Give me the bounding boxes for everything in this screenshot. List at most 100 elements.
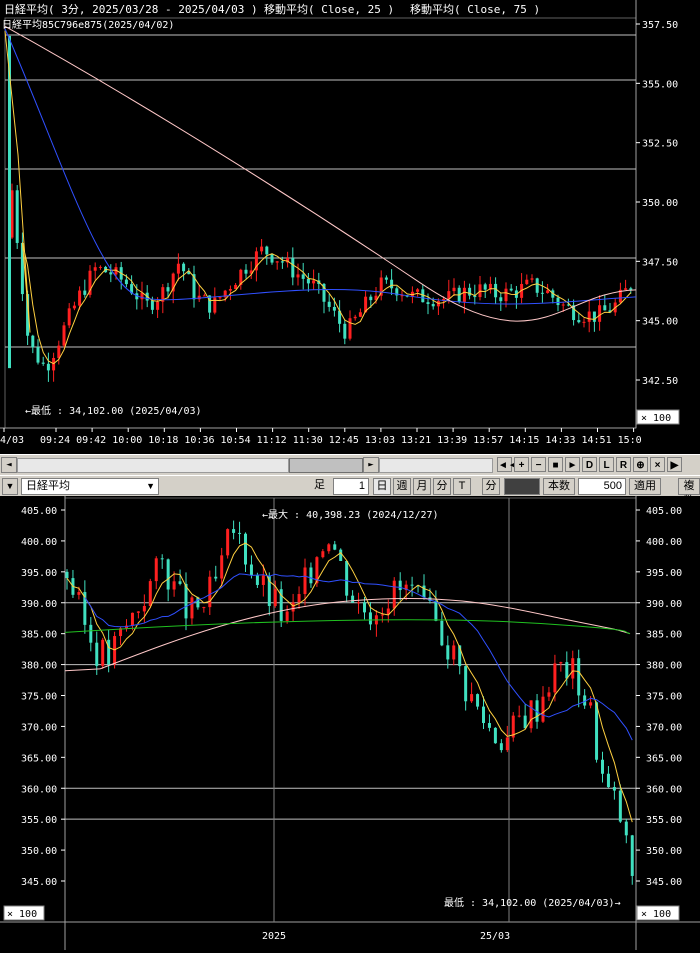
minute-mode-button[interactable]: 分	[482, 478, 500, 495]
candle-body	[431, 304, 435, 307]
candle-body	[260, 246, 264, 252]
candle-body	[398, 580, 402, 591]
candle-body	[571, 658, 575, 679]
candle-body	[270, 254, 274, 263]
candle-body	[348, 318, 352, 339]
candle-body	[470, 694, 474, 702]
unit-month-button[interactable]: 月	[413, 478, 431, 495]
x-tick-label: 15:0	[618, 435, 642, 446]
daily-chart[interactable]: 405.00 405.00 400.00 400.00 395.00 395.00 390.…	[0, 496, 700, 950]
candle-body	[77, 592, 81, 595]
close-icon[interactable]: ×	[650, 457, 665, 472]
candle-body	[487, 723, 491, 728]
candle-body	[618, 790, 622, 822]
ashi-label: 足	[314, 479, 325, 491]
candle-body	[306, 278, 310, 284]
candle-body	[357, 602, 361, 604]
candle-body	[93, 267, 97, 271]
candle-body	[582, 321, 586, 323]
scroll-left-arrow[interactable]: ◄	[1, 457, 17, 473]
y-tick-label-left: 405.00	[21, 506, 57, 517]
candle-body	[476, 694, 480, 707]
play-icon[interactable]: ▶	[667, 457, 682, 472]
candle-body	[197, 295, 201, 300]
zoom-slider[interactable]	[379, 458, 493, 473]
color-picker[interactable]	[504, 478, 540, 495]
candle-body	[499, 297, 503, 302]
y-tick-label-left: 380.00	[21, 661, 57, 672]
y-tick-label-left: 375.00	[21, 692, 57, 703]
draw-d-button[interactable]: D	[582, 457, 597, 472]
intraday-chart[interactable]: 357.50 355.00 352.50 350.00 347.50 345.00 342.…	[0, 0, 700, 452]
panel-menu-button[interactable]: ▼	[2, 478, 18, 495]
candle-body	[353, 316, 357, 319]
draw-r-button[interactable]: R	[616, 457, 631, 472]
candle-body	[343, 323, 347, 339]
nav-first-button[interactable]: ◄◄	[497, 457, 518, 472]
candle-body	[142, 606, 146, 612]
unit-minute-button[interactable]: 分	[433, 478, 451, 495]
candle-body	[505, 737, 509, 751]
chevron-down-icon: ▼	[146, 481, 155, 491]
candle-body	[464, 666, 468, 702]
candle-body	[612, 787, 616, 791]
candle-body	[296, 274, 300, 278]
y-tick-label-right: 365.00	[646, 753, 682, 764]
unit-week-button[interactable]: 週	[393, 478, 411, 495]
candle-body	[333, 544, 337, 550]
x-tick-label: 2025	[262, 931, 286, 942]
x-tick-label: 13:57	[473, 435, 503, 446]
candle-body	[509, 288, 513, 291]
candle-body	[182, 263, 186, 272]
candle-body	[546, 290, 550, 294]
x-tick-label: 11:30	[293, 435, 323, 446]
stop-button[interactable]: ■	[548, 457, 563, 472]
x-tick-label: 10:54	[221, 435, 251, 446]
candle-body	[160, 558, 164, 560]
instrument-select[interactable]: 日経平均 ▼	[21, 478, 159, 495]
x-tick-label: 14:51	[582, 435, 612, 446]
candle-body	[523, 715, 527, 729]
candle-body	[148, 581, 152, 607]
candle-body	[36, 347, 40, 363]
y-tick-label-right: 390.00	[646, 599, 682, 610]
scroll-thumb[interactable]	[289, 458, 363, 473]
candle-body	[202, 607, 206, 609]
multi-button[interactable]: 複数	[678, 478, 700, 507]
zoom-out-button[interactable]: −	[531, 457, 546, 472]
candle-body	[249, 564, 253, 576]
y-tick-label-left: 350.00	[21, 846, 57, 857]
plot-frame	[64, 497, 637, 923]
ma-green-line	[64, 619, 631, 635]
candle-body	[136, 611, 140, 613]
candle-body	[598, 305, 602, 322]
unit-day-button[interactable]: 日	[373, 478, 391, 495]
candle-body	[202, 295, 206, 297]
candle-body	[561, 304, 565, 306]
draw-l-button[interactable]: L	[599, 457, 614, 472]
intraday-chart-panel[interactable]: 357.50 355.00 352.50 350.00 347.50 345.00 342.…	[0, 0, 700, 452]
legend-ma75: 移動平均( Close, 75 )	[410, 2, 540, 16]
candle-body	[291, 602, 295, 612]
y-tick-label-right: 395.00	[646, 568, 682, 579]
scroll-right-arrow[interactable]: ►	[363, 457, 379, 473]
nav-next-button[interactable]: ►	[565, 457, 580, 472]
candle-body	[218, 297, 222, 299]
y-tick-label-left: 345.00	[21, 877, 57, 888]
daily-chart-panel[interactable]: 405.00 405.00 400.00 400.00 395.00 395.00 390.…	[0, 496, 700, 950]
candle-body	[392, 580, 396, 609]
candle-body	[244, 533, 247, 565]
apply-button[interactable]: 適用	[629, 478, 661, 495]
count-input[interactable]: 500	[578, 478, 626, 495]
candle-body	[273, 589, 277, 607]
ashi-input[interactable]: 1	[333, 478, 369, 495]
unit-tick-button[interactable]: T	[453, 478, 471, 495]
y-tick-label-right: 380.00	[646, 661, 682, 672]
zoom-in-button[interactable]: +	[514, 457, 529, 472]
scroll-track[interactable]	[17, 458, 289, 473]
candle-body	[529, 700, 533, 729]
candle-body	[166, 559, 170, 590]
magnify-icon[interactable]: ⊕	[633, 457, 648, 472]
candle-body	[504, 288, 508, 302]
candle-body	[62, 325, 66, 346]
